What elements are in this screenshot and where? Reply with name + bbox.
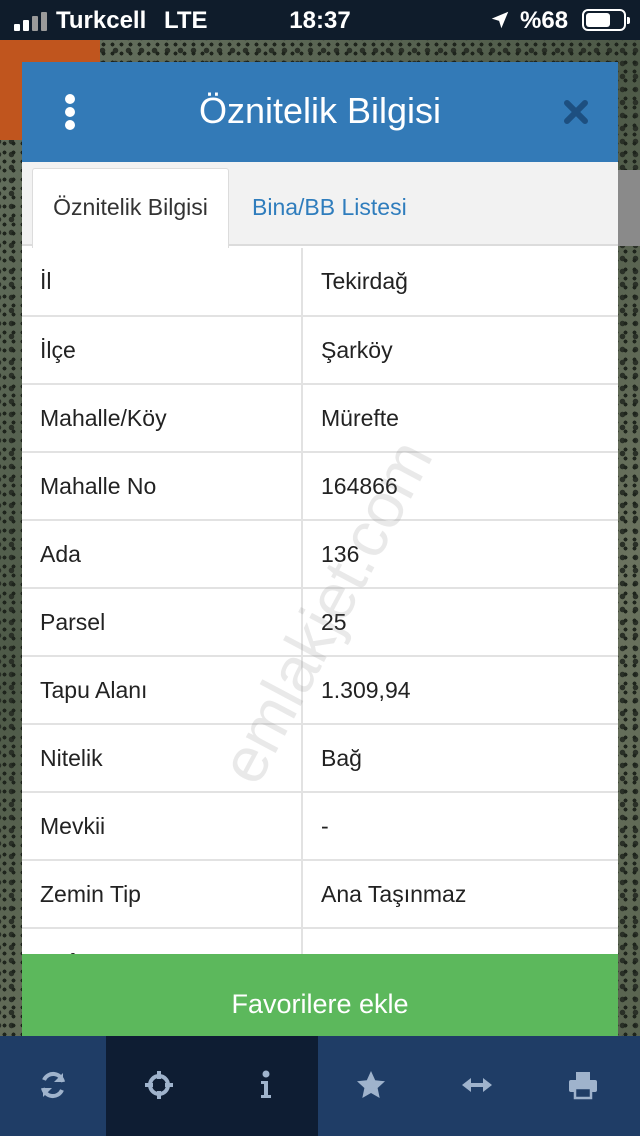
table-row: İlçe Şarköy [22,316,618,385]
battery-icon [582,9,630,31]
map-feature [618,170,640,246]
print-button[interactable] [530,1036,636,1136]
row-value: 1.309,94 [302,656,618,725]
row-value: Şarköy [302,316,618,385]
row-key: Nitelik [22,724,303,793]
table-row: PafG18-D-18-D-1 [22,928,618,954]
row-key: İlçe [22,316,303,385]
row-value: Mürefte [302,384,618,453]
row-key: Mahalle/Köy [22,384,303,453]
attribute-table: İl Tekirdağ İlçe Şarköy Mahalle/Köy Mürefte… [22,248,618,954]
tab-building-list[interactable]: Bina/BB Listesi [250,168,409,246]
row-key: İl [22,248,303,317]
print-icon [569,1072,597,1100]
favorites-button[interactable] [318,1036,424,1136]
attribute-table-container[interactable]: İl Tekirdağ İlçe Şarköy Mahalle/Köy Mürefte… [22,248,618,954]
status-bar: Turkcell LTE 18:37 %68 [0,0,640,40]
row-value: Bağ [302,724,618,793]
row-value: Tekirdağ [302,248,618,317]
table-row: Tapu Alanı 1.309,94 [22,656,618,725]
table-row: İl Tekirdağ [22,248,618,317]
row-key: Tapu Alanı [22,656,303,725]
measure-button[interactable] [424,1036,530,1136]
table-row: Nitelik Bağ [22,724,618,793]
arrows-horizontal-icon [462,1078,492,1092]
row-value: Ana Taşınmaz [302,860,618,929]
refresh-icon [41,1071,65,1099]
info-button[interactable] [212,1036,318,1136]
bottom-toolbar [0,1036,640,1136]
refresh-button[interactable] [0,1036,106,1136]
row-key: Paf [22,928,303,954]
star-icon [357,1071,385,1098]
table-row: Mevkii - [22,792,618,861]
table-row: Ada 136 [22,520,618,589]
tab-attribute-info[interactable]: Öznitelik Bilgisi [32,168,229,248]
row-value: G18-D-18-D-1 [302,928,618,954]
row-key: Mahalle No [22,452,303,521]
close-icon[interactable] [560,96,592,128]
modal-title: Öznitelik Bilgisi [198,90,442,131]
row-value: 136 [302,520,618,589]
row-key: Parsel [22,588,303,657]
attribute-info-modal: Öznitelik Bilgisi Öznitelik Bilgisi Bina… [22,62,618,1054]
battery-level [586,13,611,27]
locate-button[interactable] [106,1036,212,1136]
crosshair-icon [145,1071,173,1099]
modal-header: Öznitelik Bilgisi [22,62,618,162]
tab-bar: Öznitelik Bilgisi Bina/BB Listesi [22,162,618,248]
row-key: Mevkii [22,792,303,861]
row-value: 25 [302,588,618,657]
battery-percent: %68 [520,7,569,34]
location-arrow-icon [491,11,509,29]
row-value: - [302,792,618,861]
table-row: Zemin Tip Ana Taşınmaz [22,860,618,929]
table-row: Parsel 25 [22,588,618,657]
row-key: Ada [22,520,303,589]
row-value: 164866 [302,452,618,521]
table-row: Mahalle No 164866 [22,452,618,521]
row-key: Zemin Tip [22,860,303,929]
info-icon [261,1070,271,1098]
table-row: Mahalle/Köy Mürefte [22,384,618,453]
